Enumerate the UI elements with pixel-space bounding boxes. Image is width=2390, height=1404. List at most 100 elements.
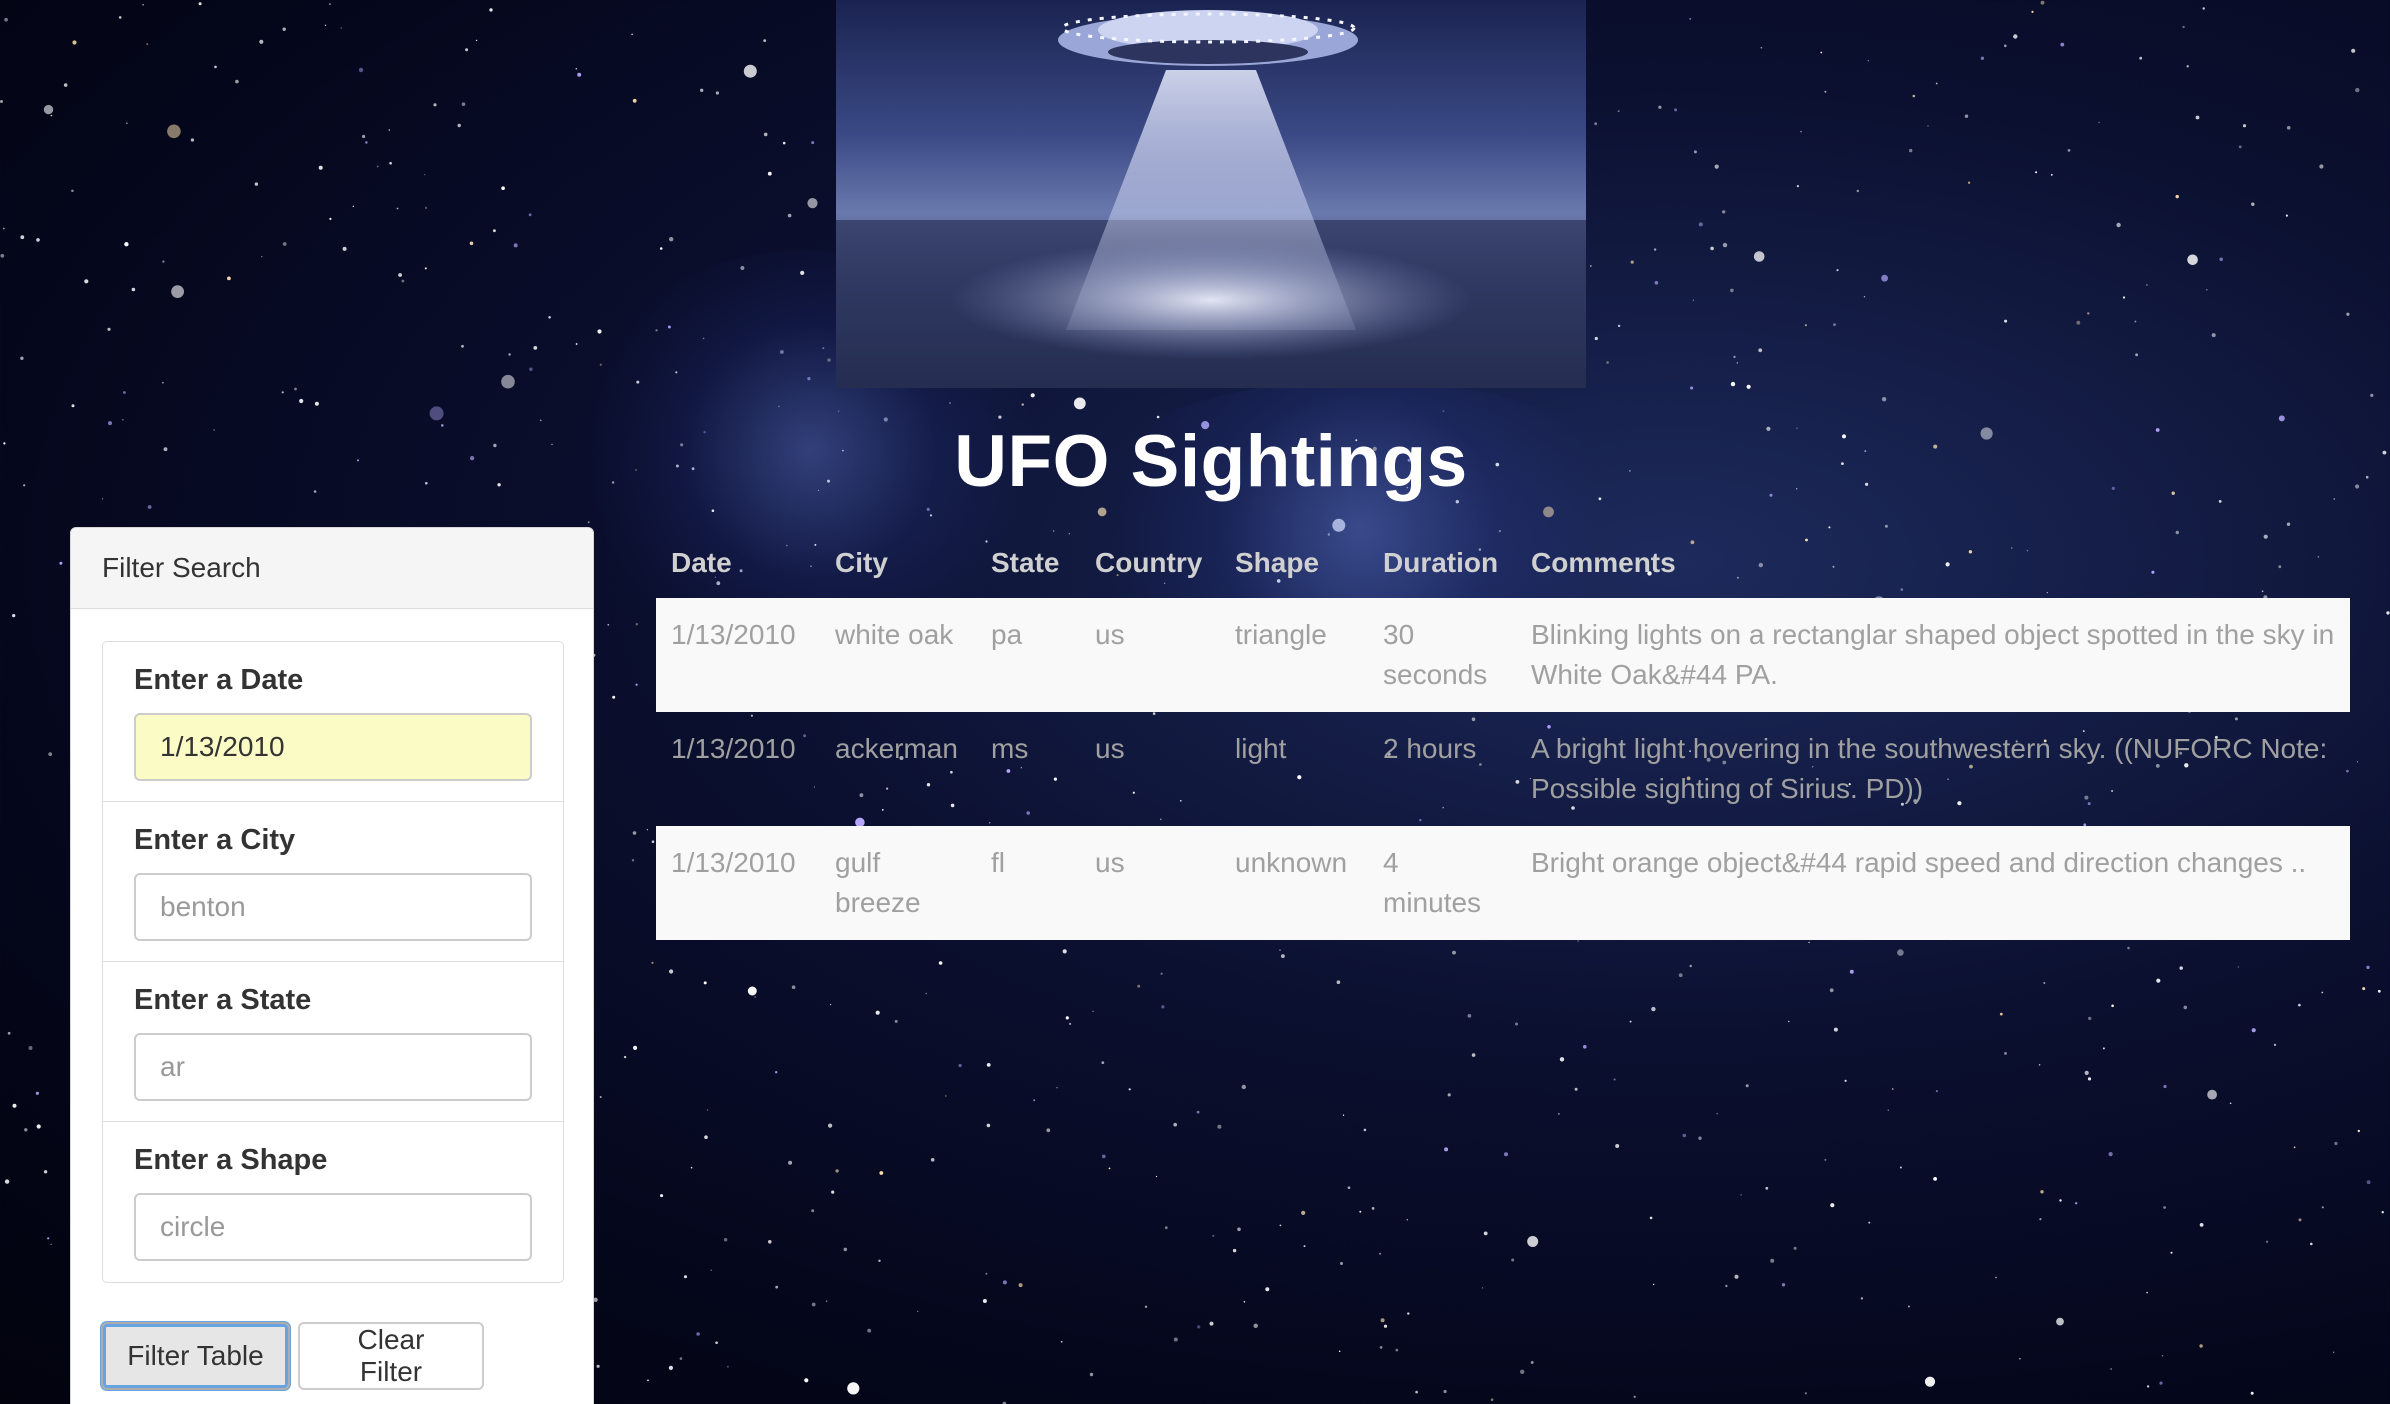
star: [2366, 965, 2370, 970]
star: [2171, 491, 2175, 495]
star: [1733, 355, 1736, 359]
star: [1651, 1006, 1656, 1012]
star: [2211, 333, 2216, 338]
star: [1654, 281, 1659, 285]
star: [2161, 1355, 2164, 1357]
star: [986, 1123, 991, 1128]
star: [1891, 1088, 1894, 1090]
star: [1395, 1348, 1399, 1352]
star: [425, 481, 428, 485]
star: [1340, 1262, 1343, 1265]
star: [2366, 1180, 2371, 1185]
star: [1577, 940, 1579, 942]
star: [424, 174, 426, 176]
star: [396, 207, 399, 210]
star: [747, 986, 757, 996]
star: [1558, 1113, 1560, 1115]
star: [131, 287, 136, 292]
clear-filter-button[interactable]: Clear Filter: [298, 1322, 484, 1390]
star: [2004, 319, 2008, 323]
state-input[interactable]: [134, 1033, 532, 1101]
star: [20, 356, 24, 360]
star: [2155, 428, 2160, 432]
star: [1844, 1079, 1847, 1082]
cell-country: us: [1080, 598, 1220, 712]
star: [1909, 148, 1913, 153]
star: [2111, 1004, 2114, 1008]
ufo-hero-image: [836, 0, 1586, 388]
star: [2251, 202, 2255, 206]
star: [2098, 121, 2100, 124]
star: [461, 102, 466, 106]
star: [1793, 1246, 1797, 1250]
star: [2127, 946, 2130, 950]
date-input[interactable]: [134, 713, 532, 781]
star: [982, 1299, 987, 1303]
star: [1725, 1284, 1728, 1288]
star: [1128, 1088, 1131, 1091]
star: [669, 237, 674, 242]
city-filter-label: Enter a City: [134, 824, 296, 856]
star: [2266, 1240, 2269, 1243]
filter-table-button[interactable]: Filter Table: [101, 1322, 290, 1390]
star: [2056, 1317, 2064, 1326]
star: [163, 447, 168, 452]
filter-field-list: Enter a Date Enter a City Enter a State …: [102, 641, 564, 1283]
city-input[interactable]: [134, 873, 532, 941]
star: [1606, 361, 1609, 364]
star: [878, 1259, 881, 1263]
star: [1692, 299, 1695, 301]
star: [282, 27, 286, 31]
star: [2146, 1291, 2148, 1294]
cell-state: fl: [976, 826, 1080, 940]
star: [1406, 1219, 1409, 1221]
star: [1253, 1323, 1258, 1329]
star: [2355, 484, 2360, 489]
star: [1746, 384, 1751, 389]
star: [958, 1063, 962, 1068]
star: [71, 404, 75, 408]
star: [1841, 462, 1844, 465]
star: [389, 161, 392, 165]
star: [342, 246, 347, 251]
star: [782, 141, 786, 145]
star: [2365, 475, 2369, 479]
star: [1698, 222, 1703, 227]
star: [1924, 1376, 1936, 1387]
star: [1102, 1154, 1106, 1159]
star: [1527, 1236, 1539, 1247]
star: [102, 498, 104, 500]
star: [2039, 1218, 2042, 1221]
star: [985, 1272, 988, 1275]
star: [2013, 34, 2018, 39]
star: [1164, 1226, 1168, 1230]
star: [50, 114, 53, 117]
star: [1830, 1203, 1835, 1208]
star: [763, 39, 767, 42]
shape-input[interactable]: [134, 1193, 532, 1261]
star: [1980, 56, 1985, 60]
star: [917, 1310, 919, 1312]
star: [1999, 1012, 2003, 1016]
star: [539, 419, 542, 422]
star: [281, 391, 284, 394]
star: [2004, 1052, 2007, 1055]
star: [1689, 17, 1692, 20]
star: [475, 39, 478, 42]
star: [2088, 1016, 2092, 1021]
cell-shape: light: [1235, 733, 1287, 764]
star: [1884, 524, 1888, 528]
star: [1690, 386, 1694, 390]
star: [1912, 94, 1916, 98]
star: [294, 387, 297, 391]
filter-panel-heading: Filter Search: [71, 528, 593, 609]
star: [1615, 1144, 1620, 1148]
star: [706, 1109, 709, 1111]
star: [2218, 500, 2222, 503]
star: [715, 1341, 718, 1344]
star: [2355, 87, 2360, 93]
star: [1060, 1340, 1063, 1343]
star: [668, 1365, 674, 1370]
star: [1760, 46, 1763, 49]
star: [1867, 60, 1869, 62]
